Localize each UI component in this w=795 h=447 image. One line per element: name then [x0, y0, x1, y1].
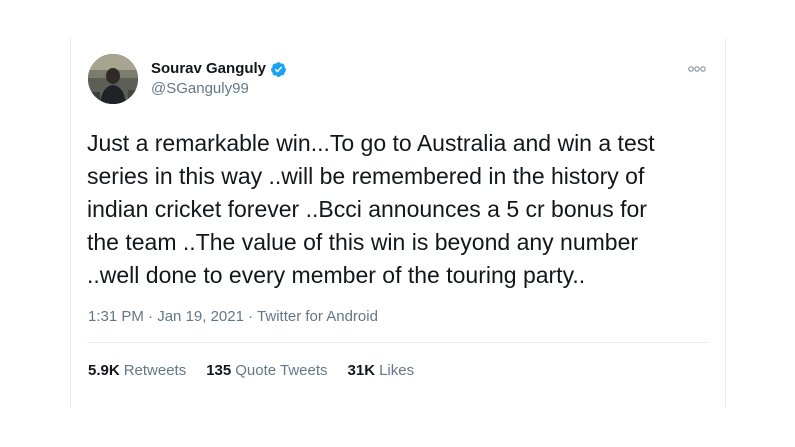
- author-name-row[interactable]: Sourav Ganguly: [151, 60, 287, 78]
- meta-separator: ·: [248, 308, 254, 325]
- likes-count: 31K: [347, 362, 376, 379]
- tweet-card: Sourav Ganguly @SGanguly99 Just a remark…: [70, 38, 726, 408]
- likes-label: Likes: [379, 362, 415, 379]
- divider: [87, 342, 709, 343]
- retweets-stat[interactable]: 5.9K Retweets: [88, 361, 186, 381]
- tweet-text: Just a remarkable win...To go to Austral…: [87, 130, 655, 288]
- quote-tweets-count: 135: [206, 362, 232, 379]
- retweets-label: Retweets: [123, 362, 187, 379]
- tweet-meta: 1:31 PM · Jan 19, 2021 · Twitter for And…: [88, 307, 378, 327]
- display-name[interactable]: Sourav Ganguly: [151, 60, 266, 78]
- tweet-source[interactable]: Twitter for Android: [257, 308, 378, 325]
- quote-tweets-stat[interactable]: 135 Quote Tweets: [206, 361, 327, 381]
- handle[interactable]: @SGanguly99: [151, 80, 249, 98]
- verified-badge-icon: [271, 61, 286, 77]
- quote-tweets-label: Quote Tweets: [235, 362, 328, 379]
- avatar-photo: [88, 54, 138, 104]
- meta-separator: ·: [148, 308, 154, 325]
- tweet-time[interactable]: 1:31 PM: [88, 308, 144, 325]
- more-dots-icon[interactable]: [687, 62, 707, 76]
- avatar[interactable]: [88, 54, 138, 104]
- retweets-count: 5.9K: [88, 362, 120, 379]
- tweet-date[interactable]: Jan 19, 2021: [157, 308, 244, 325]
- engagement-stats: 5.9K Retweets 135 Quote Tweets 31K Likes: [88, 361, 434, 381]
- likes-stat[interactable]: 31K Likes: [348, 361, 415, 381]
